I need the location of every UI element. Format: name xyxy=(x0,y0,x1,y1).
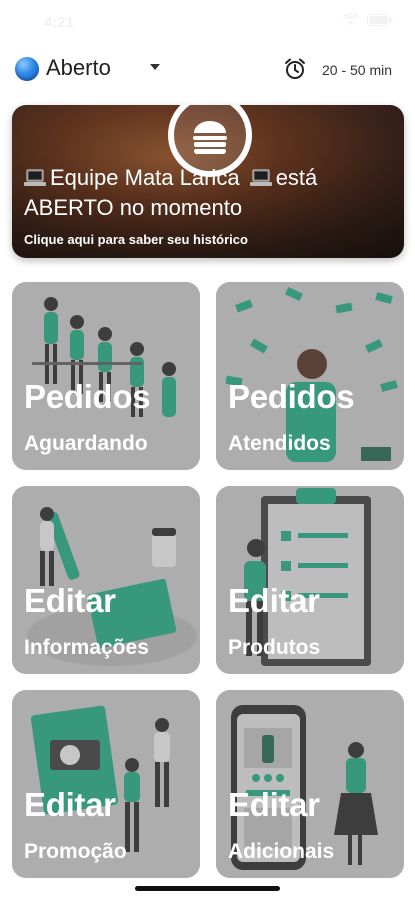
store-status-dropdown[interactable]: Aberto xyxy=(15,52,165,86)
laptop-icon xyxy=(249,169,272,186)
card-title: Pedidos xyxy=(24,378,151,415)
banner-team-name: Equipe Mata Larica xyxy=(50,165,240,190)
card-title: Editar xyxy=(24,786,116,823)
card-edit-addons[interactable]: Editar Adicionais xyxy=(216,690,404,878)
status-time: 4:21 xyxy=(44,14,75,31)
card-title: Editar xyxy=(228,582,320,619)
laptop-icon xyxy=(24,169,46,186)
header: Aberto 20 - 50 min xyxy=(0,52,415,88)
banner-history-link: Clique aqui para saber seu histórico xyxy=(24,232,248,247)
card-edit-products[interactable]: Editar Produtos xyxy=(216,486,404,674)
wifi-icon xyxy=(343,14,359,25)
alarm-clock-icon xyxy=(285,58,305,79)
card-edit-promotion[interactable]: Editar Promoção xyxy=(12,690,200,878)
card-pending-orders[interactable]: Pedidos Aguardando xyxy=(12,282,200,470)
card-subtitle: Atendidos xyxy=(228,432,331,455)
status-dot-icon xyxy=(15,57,39,81)
card-title: Editar xyxy=(228,786,320,823)
card-title: Pedidos xyxy=(228,378,355,415)
home-indicator[interactable] xyxy=(135,886,280,891)
delivery-time-range: 20 - 50 min xyxy=(322,62,393,78)
status-bar: 4:21 xyxy=(0,0,415,44)
card-fulfilled-orders[interactable]: Pedidos Atendidos xyxy=(216,282,404,470)
store-status-label: Aberto xyxy=(46,55,111,80)
chevron-down-icon xyxy=(150,64,160,70)
card-subtitle: Adicionais xyxy=(228,840,335,863)
store-status-banner[interactable]: Equipe Mata Larica está ABERTO no moment… xyxy=(12,105,404,258)
card-subtitle: Promoção xyxy=(24,840,127,863)
battery-icon xyxy=(367,14,393,26)
card-title: Editar xyxy=(24,582,116,619)
status-icons xyxy=(343,14,393,26)
banner-title: Equipe Mata Larica está ABERTO no moment… xyxy=(24,163,394,223)
card-subtitle: Informações xyxy=(24,636,149,659)
card-subtitle: Aguardando xyxy=(24,432,148,455)
card-subtitle: Produtos xyxy=(228,636,321,659)
card-edit-information[interactable]: Editar Informações xyxy=(12,486,200,674)
